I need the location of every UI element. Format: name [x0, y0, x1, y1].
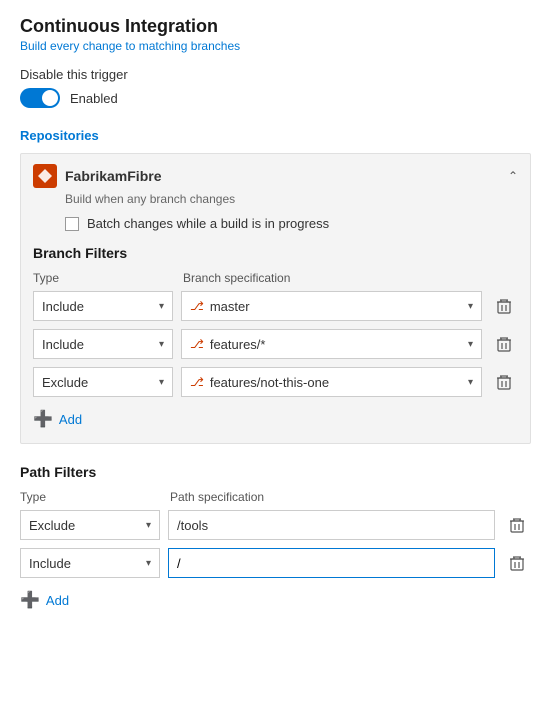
branch-type-dropdown-1[interactable]: Include ▾ — [33, 329, 173, 359]
disable-trigger-label: Disable this trigger — [20, 67, 531, 82]
repo-description: Build when any branch changes — [65, 192, 518, 206]
repo-icon — [33, 164, 57, 188]
branch-delete-btn-0[interactable] — [490, 292, 518, 320]
path-spec-col-header: Path specification — [170, 490, 531, 504]
path-delete-btn-0[interactable] — [503, 511, 531, 539]
branch-type-value-0: Include — [42, 299, 159, 314]
path-filter-row-1: Include ▾ — [20, 548, 531, 578]
path-filters-title: Path Filters — [20, 464, 531, 480]
branch-type-chevron-1: ▾ — [159, 339, 164, 350]
branch-type-chevron-0: ▾ — [159, 301, 164, 312]
path-filter-row-0: Exclude ▾ /tools — [20, 510, 531, 540]
page-title: Continuous Integration — [20, 16, 531, 37]
branch-type-value-1: Include — [42, 337, 159, 352]
branch-spec-dropdown-2[interactable]: ⎇ features/not-this-one ▾ — [181, 367, 482, 397]
path-type-dropdown-1[interactable]: Include ▾ — [20, 548, 160, 578]
path-spec-field-0: /tools — [168, 510, 495, 540]
page-subtitle: Build every change to matching branches — [20, 39, 531, 53]
path-add-button[interactable]: ➕ Add — [20, 586, 69, 614]
path-delete-btn-1[interactable] — [503, 549, 531, 577]
branch-type-value-2: Exclude — [42, 375, 159, 390]
path-type-chevron-0: ▾ — [146, 520, 151, 531]
branch-spec-chevron-1: ▾ — [468, 339, 473, 350]
toggle-knob — [42, 90, 58, 106]
branch-add-button[interactable]: ➕ Add — [33, 405, 82, 433]
branch-type-dropdown-0[interactable]: Include ▾ — [33, 291, 173, 321]
path-add-icon: ➕ — [20, 590, 40, 610]
branch-spec-chevron-0: ▾ — [468, 301, 473, 312]
path-spec-input-1[interactable] — [168, 548, 495, 578]
branch-spec-dropdown-0[interactable]: ⎇ master ▾ — [181, 291, 482, 321]
branch-type-col-header: Type — [33, 271, 173, 285]
branch-spec-col-header: Branch specification — [183, 271, 518, 285]
branch-spec-icon-1: ⎇ — [190, 337, 204, 351]
path-add-label: Add — [46, 593, 69, 608]
branch-delete-btn-1[interactable] — [490, 330, 518, 358]
path-type-dropdown-0[interactable]: Exclude ▾ — [20, 510, 160, 540]
branch-filter-row-0: Include ▾ ⎇ master ▾ — [33, 291, 518, 321]
batch-checkbox[interactable] — [65, 217, 79, 231]
path-spec-value-0: /tools — [177, 518, 486, 533]
path-type-col-header: Type — [20, 490, 160, 504]
toggle-label: Enabled — [70, 91, 118, 106]
batch-label: Batch changes while a build is in progre… — [87, 216, 329, 231]
repositories-section-title: Repositories — [20, 128, 531, 143]
branch-spec-chevron-2: ▾ — [468, 377, 473, 388]
branch-delete-btn-2[interactable] — [490, 368, 518, 396]
branch-add-icon: ➕ — [33, 409, 53, 429]
repo-collapse-chevron[interactable]: ⌃ — [508, 169, 518, 183]
branch-spec-value-2: features/not-this-one — [210, 375, 462, 390]
branch-type-dropdown-2[interactable]: Exclude ▾ — [33, 367, 173, 397]
path-type-value-1: Include — [29, 556, 146, 571]
branch-spec-icon-0: ⎇ — [190, 299, 204, 313]
enabled-toggle[interactable] — [20, 88, 60, 108]
branch-spec-value-0: master — [210, 299, 462, 314]
repo-name: FabrikamFibre — [65, 168, 500, 184]
path-type-value-0: Exclude — [29, 518, 146, 533]
branch-spec-value-1: features/* — [210, 337, 462, 352]
branch-spec-icon-2: ⎇ — [190, 375, 204, 389]
path-type-chevron-1: ▾ — [146, 558, 151, 569]
branch-filters-title: Branch Filters — [33, 245, 518, 261]
branch-filter-row-1: Include ▾ ⎇ features/* ▾ — [33, 329, 518, 359]
branch-add-label: Add — [59, 412, 82, 427]
branch-spec-dropdown-1[interactable]: ⎇ features/* ▾ — [181, 329, 482, 359]
branch-type-chevron-2: ▾ — [159, 377, 164, 388]
branch-filter-row-2: Exclude ▾ ⎇ features/not-this-one ▾ — [33, 367, 518, 397]
